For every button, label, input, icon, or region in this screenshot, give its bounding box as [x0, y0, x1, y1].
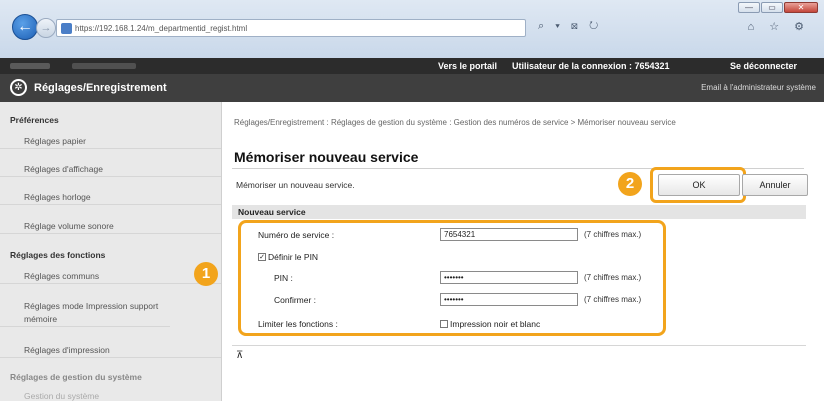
define-pin-checkbox[interactable]: ✓	[258, 253, 266, 261]
sidebar-item-volume[interactable]: Réglage volume sonore	[0, 220, 221, 234]
main-content: Réglages/Enregistrement : Réglages de ge…	[194, 102, 824, 401]
sidebar-item-system[interactable]: Gestion du système	[0, 390, 221, 401]
section-title: Nouveau service	[238, 207, 306, 217]
service-number-input[interactable]: 7654321	[440, 228, 578, 241]
portal-link[interactable]: Vers le portail	[438, 61, 497, 71]
service-number-label: Numéro de service :	[258, 230, 335, 240]
pin-input[interactable]: •••••••	[440, 271, 578, 284]
address-tools[interactable]: ⌕ ▾ ⊠ ↻	[538, 20, 602, 33]
header-title: Réglages/Enregistrement	[34, 82, 167, 94]
callout-badge-1: 1	[194, 262, 218, 286]
service-number-hint: (7 chiffres max.)	[584, 230, 642, 239]
blurred-device-name	[72, 63, 136, 69]
address-bar[interactable]: https://192.168.1.24/m_departmentid_regi…	[56, 19, 526, 37]
sidebar-heading-preferences: Préférences	[10, 115, 59, 125]
url-text: https://192.168.1.24/m_departmentid_regi…	[75, 23, 248, 33]
browser-chrome: — ▭ ✕ ← → https://192.168.1.24/m_departm…	[0, 0, 824, 58]
window-controls: — ▭ ✕	[738, 2, 818, 13]
confirm-pin-label: Confirmer :	[274, 295, 317, 305]
section-header: Nouveau service	[232, 205, 806, 219]
page-description: Mémoriser un nouveau service.	[236, 180, 355, 190]
settings-gear-icon: ✲	[10, 79, 27, 96]
bw-print-label: Impression noir et blanc	[450, 319, 541, 329]
sidebar-item-display[interactable]: Réglages d'affichage	[0, 163, 221, 177]
breadcrumb: Réglages/Enregistrement : Réglages de ge…	[234, 118, 676, 127]
pin-label: PIN :	[274, 273, 293, 283]
bottom-divider	[232, 345, 806, 346]
sidebar-heading-functions: Réglages des fonctions	[10, 250, 106, 260]
pin-hint: (7 chiffres max.)	[584, 273, 642, 282]
page-header: ✲ Réglages/Enregistrement Email à l'admi…	[0, 74, 824, 102]
confirm-pin-hint: (7 chiffres max.)	[584, 295, 642, 304]
sidebar-item-paper[interactable]: Réglages papier	[0, 135, 221, 149]
page-title: Mémoriser nouveau service	[234, 149, 419, 165]
sidebar-item-clock[interactable]: Réglages horloge	[0, 191, 221, 205]
limit-functions-label: Limiter les fonctions :	[258, 319, 338, 329]
sidebar-item-memory-print[interactable]: Réglages mode Impression support mémoire	[0, 300, 170, 327]
site-icon	[61, 22, 72, 34]
ok-button[interactable]: OK	[658, 174, 740, 196]
browser-tools[interactable]: ⌂ ☆ ⚙	[748, 20, 810, 33]
login-user-text: Utilisateur de la connexion : 7654321	[512, 61, 670, 71]
top-bar: Vers le portail Utilisateur de la connex…	[0, 58, 824, 74]
sidebar: Préférences Réglages papier Réglages d'a…	[0, 102, 222, 401]
define-pin-label: Définir le PIN	[268, 252, 319, 262]
callout-badge-2: 2	[618, 172, 642, 196]
close-button[interactable]: ✕	[784, 2, 818, 13]
confirm-pin-input[interactable]: •••••••	[440, 293, 578, 306]
email-admin-link[interactable]: Email à l'administrateur système	[701, 83, 816, 92]
cancel-button[interactable]: Annuler	[742, 174, 808, 196]
logout-link[interactable]: Se déconnecter	[730, 61, 797, 71]
bw-print-checkbox[interactable]	[440, 320, 448, 328]
sidebar-item-common[interactable]: Réglages communs	[0, 270, 221, 284]
back-to-top-icon[interactable]: ⊼	[236, 350, 243, 361]
minimize-button[interactable]: —	[738, 2, 760, 13]
blurred-logo	[10, 63, 50, 69]
back-icon[interactable]: ←	[12, 14, 38, 40]
forward-icon[interactable]: →	[36, 18, 56, 38]
sidebar-heading-system: Réglages de gestion du système	[10, 372, 142, 382]
maximize-button[interactable]: ▭	[761, 2, 783, 13]
sidebar-item-print[interactable]: Réglages d'impression	[0, 344, 221, 358]
